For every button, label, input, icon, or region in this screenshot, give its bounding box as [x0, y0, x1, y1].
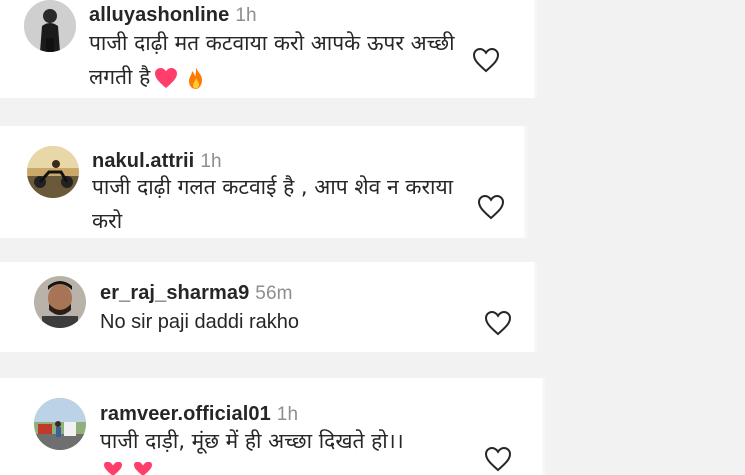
comment-text-body: पाजी दाड़ी, मूंछ में ही अच्छा दिखते हो।।: [100, 429, 404, 453]
comment-text: पाजी दाढ़ी गलत कटवाई है , आप शेव न कराया…: [92, 170, 457, 238]
comment-time: 1h: [235, 5, 257, 26]
comment-text: पाजी दाड़ी, मूंछ में ही अच्छा दिखते हो।।: [100, 424, 470, 458]
username-text[interactable]: er_raj_sharma9: [100, 282, 249, 304]
comment-time: 1h: [200, 151, 222, 172]
comment-text-body: No sir paji daddi rakho: [100, 311, 299, 333]
username-text[interactable]: nakul.attrii: [92, 150, 194, 172]
fire-emoji: [186, 66, 206, 90]
comment-username[interactable]: ramveer.official01 1h: [100, 403, 298, 426]
comment-username[interactable]: er_raj_sharma9 56m: [100, 282, 293, 305]
comment-time: 1h: [276, 404, 299, 425]
like-heart-icon[interactable]: [477, 194, 505, 220]
cutoff-emoji-row: [103, 461, 163, 475]
comment-text-body: पाजी दाढ़ी गलत कटवाई है , आप शेव न कराया…: [92, 175, 454, 233]
avatar[interactable]: [24, 0, 76, 52]
comment-text-body: पाजी दाढ़ी मत कटवाया करो आपके ऊपर अच्छी …: [89, 31, 455, 89]
avatar[interactable]: [34, 398, 86, 450]
pink-heart-emoji: [154, 67, 178, 89]
like-heart-icon[interactable]: [472, 47, 500, 73]
comment-text: No sir paji daddi rakho: [100, 305, 460, 339]
like-heart-icon[interactable]: [484, 310, 512, 336]
username-text[interactable]: ramveer.official01: [100, 403, 271, 425]
comments-panel: alluyashonline 1h पाजी दाढ़ी मत कटवाया कर…: [0, 0, 745, 475]
comment-text: पाजी दाढ़ी मत कटवाया करो आपके ऊपर अच्छी …: [89, 26, 459, 94]
like-heart-icon[interactable]: [484, 446, 512, 472]
comment-username[interactable]: alluyashonline 1h: [89, 4, 257, 27]
avatar[interactable]: [34, 276, 86, 328]
comment-time: 56m: [255, 283, 293, 304]
avatar[interactable]: [27, 146, 79, 198]
username-text[interactable]: alluyashonline: [89, 4, 229, 26]
